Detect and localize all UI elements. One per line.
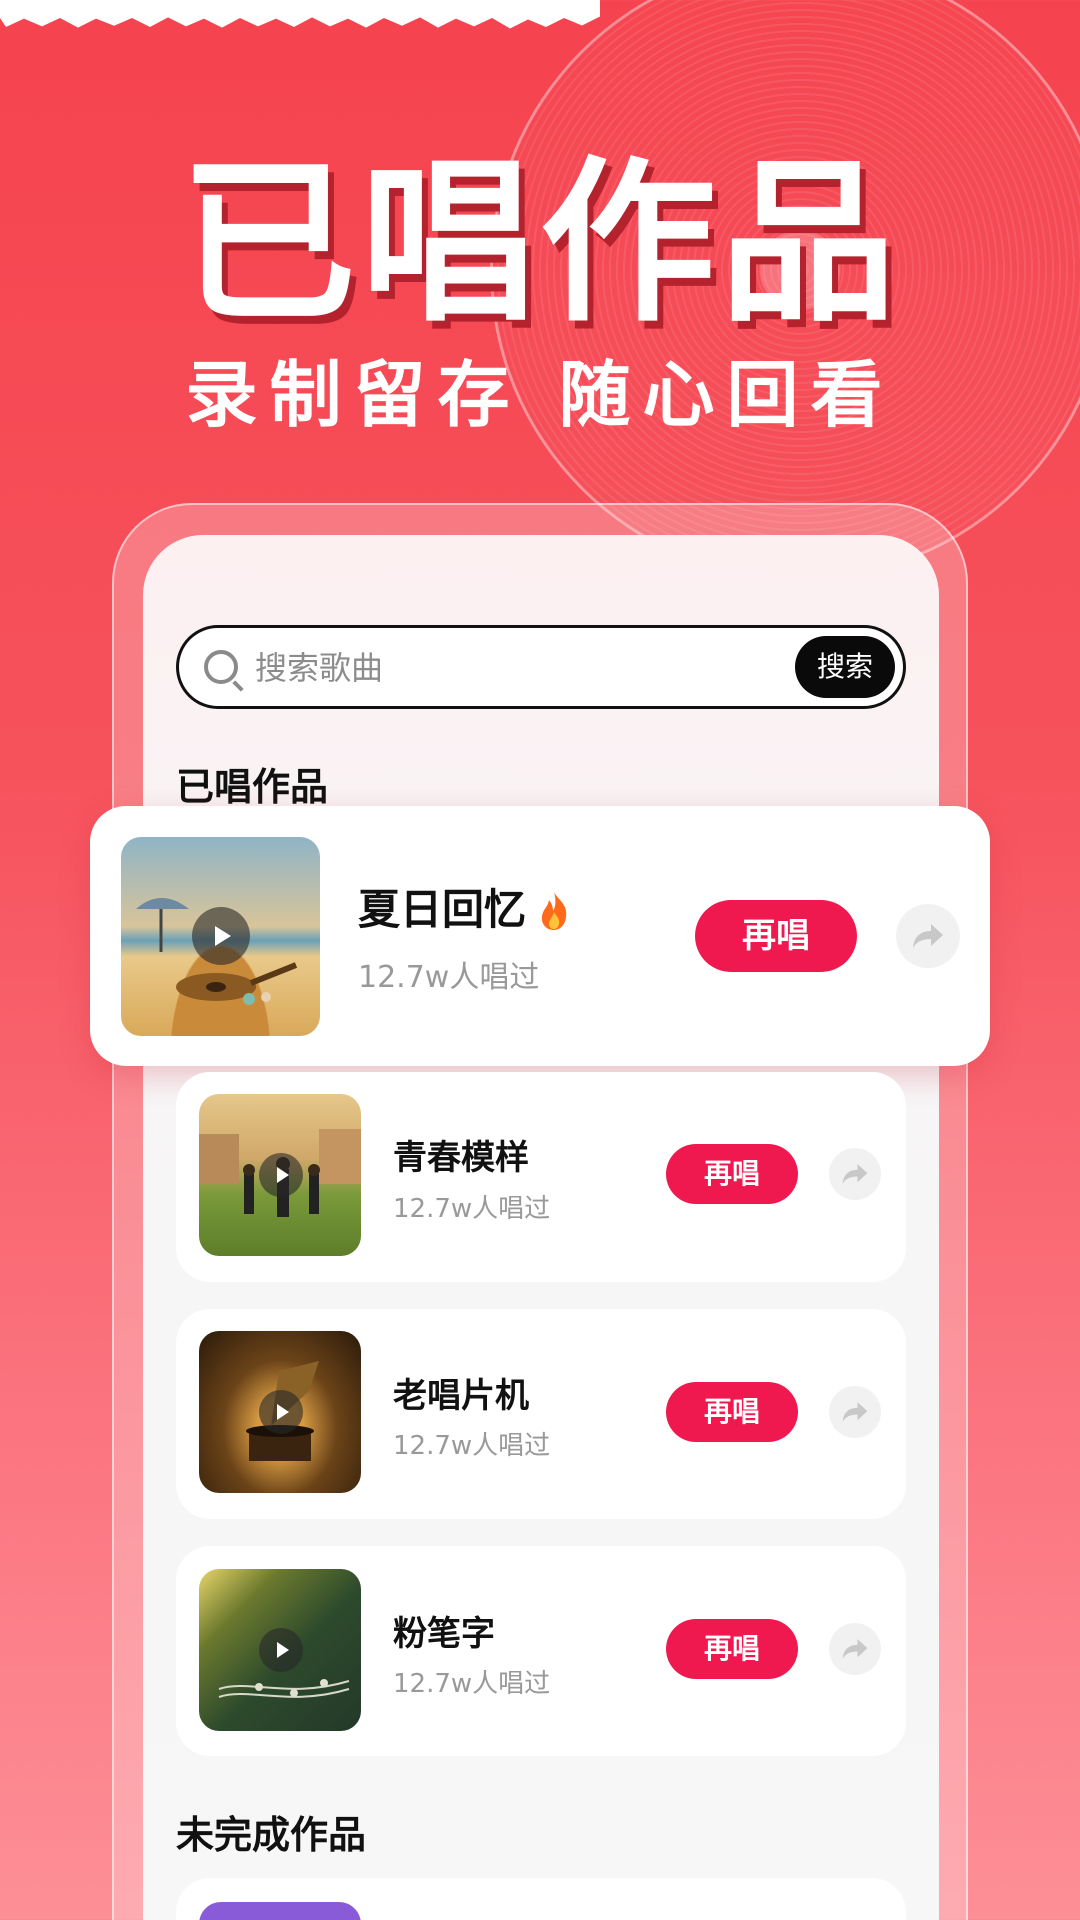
section-title-sung: 已唱作品 [176, 765, 329, 809]
resing-button[interactable]: 再唱 [666, 1382, 798, 1442]
song-sing-count: 12.7w人唱过 [393, 1669, 551, 1699]
section-title-unfinished: 未完成作品 [176, 1813, 367, 1857]
share-button[interactable] [829, 1386, 881, 1438]
share-icon [913, 924, 943, 948]
search-button[interactable]: 搜索 [795, 636, 895, 698]
resing-button[interactable]: 再唱 [695, 900, 857, 972]
song-sing-count: 12.7w人唱过 [393, 1194, 551, 1224]
song-title: 青春模样 [393, 1138, 529, 1178]
song-sing-count: 12.7w人唱过 [358, 960, 540, 995]
song-sing-count: 12.7w人唱过 [393, 1431, 551, 1461]
resing-button[interactable]: 再唱 [666, 1619, 798, 1679]
share-icon [842, 1164, 868, 1184]
share-button[interactable] [829, 1148, 881, 1200]
search-input[interactable]: 搜索歌曲 [255, 643, 775, 693]
share-button[interactable] [829, 1623, 881, 1675]
share-button[interactable] [896, 904, 960, 968]
torn-paper-edge [0, 0, 600, 29]
fire-icon [541, 892, 567, 930]
play-button[interactable] [192, 907, 250, 965]
share-icon [842, 1639, 868, 1659]
hero-subtitle: 录制留存 随心回看 [185, 353, 895, 437]
play-button[interactable] [259, 1628, 303, 1672]
song-title: 老唱片机 [393, 1376, 529, 1416]
song-title: 粉笔字 [393, 1614, 495, 1654]
song-title: 夏日回忆 [358, 885, 527, 934]
play-button[interactable] [259, 1390, 303, 1434]
hero-title: 已唱作品 [179, 141, 900, 346]
resing-button[interactable]: 再唱 [666, 1144, 798, 1204]
search-icon [204, 650, 238, 684]
share-icon [842, 1402, 868, 1422]
play-button[interactable] [259, 1153, 303, 1197]
song-thumbnail[interactable] [199, 1902, 361, 1920]
